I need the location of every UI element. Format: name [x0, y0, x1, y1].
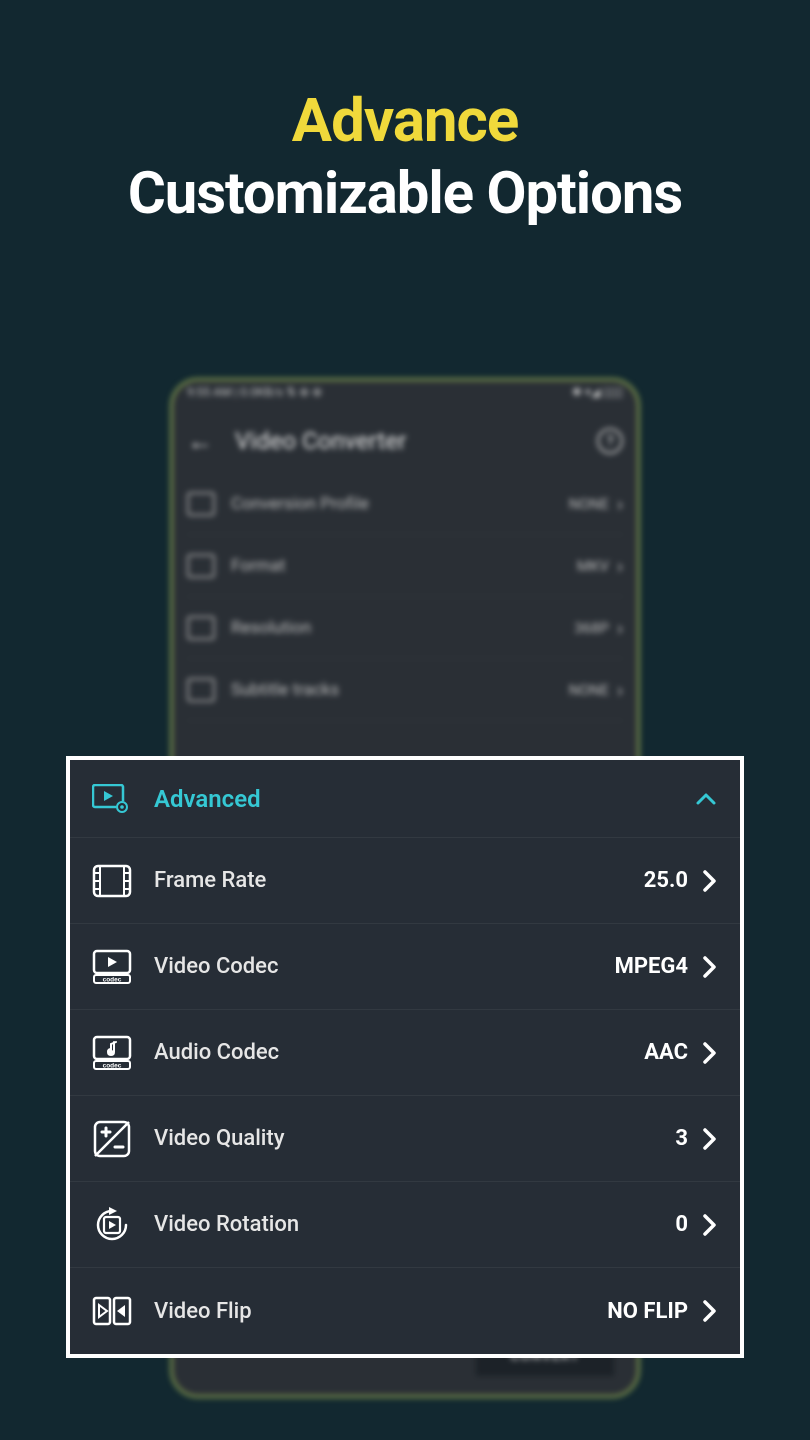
chevron-right-icon [702, 1299, 718, 1323]
row-video-flip[interactable]: Video Flip NO FLIP [70, 1268, 740, 1354]
row-value: MKV [577, 557, 609, 575]
row-value: NO FLIP [607, 1299, 688, 1324]
row-value: 3 [675, 1126, 688, 1151]
help-icon[interactable]: ? [597, 428, 623, 454]
video-flip-icon [92, 1291, 132, 1331]
row-label: Format [231, 556, 577, 576]
chevron-right-icon: › [617, 616, 623, 640]
row-label: Audio Codec [154, 1040, 644, 1065]
row-label: Video Quality [154, 1126, 675, 1151]
format-icon [187, 554, 215, 578]
row-value: MPEG4 [615, 954, 688, 979]
resolution-icon [187, 616, 215, 640]
film-icon [92, 861, 132, 901]
advanced-panel: Advanced Frame Rate 25.0 [66, 756, 744, 1358]
row-value: 0 [675, 1212, 688, 1237]
subtitle-icon [187, 678, 215, 702]
profile-icon [187, 492, 215, 516]
screen-title: Video Converter [235, 427, 597, 455]
chevron-right-icon [702, 955, 718, 979]
row-video-rotation[interactable]: Video Rotation 0 [70, 1182, 740, 1268]
row-value: AAC [644, 1040, 688, 1065]
row-label: Frame Rate [154, 868, 644, 893]
advanced-icon [92, 784, 130, 814]
row-value: NONE [569, 495, 609, 513]
row-label: Subtitle tracks [231, 680, 569, 700]
advanced-title: Advanced [154, 785, 694, 813]
advanced-header[interactable]: Advanced [70, 760, 740, 838]
chevron-right-icon [702, 869, 718, 893]
row-value: NONE [569, 681, 609, 699]
row-label: Video Rotation [154, 1212, 675, 1237]
chevron-right-icon: › [617, 678, 623, 702]
basic-settings-list: Conversion Profile NONE › Format MKV › R… [173, 473, 637, 721]
row-value: 368P [574, 619, 609, 637]
status-right: ✱ ▾◢ ▯▯▯ [572, 385, 623, 409]
row-audio-codec[interactable]: codec Audio Codec AAC [70, 1010, 740, 1096]
chevron-right-icon [702, 1041, 718, 1065]
row-format[interactable]: Format MKV › [187, 535, 623, 597]
svg-text:codec: codec [103, 976, 122, 983]
row-frame-rate[interactable]: Frame Rate 25.0 [70, 838, 740, 924]
row-video-codec[interactable]: codec Video Codec MPEG4 [70, 924, 740, 1010]
promo-title-line2: Customizable Options [0, 160, 810, 228]
row-label: Video Codec [154, 954, 615, 979]
row-video-quality[interactable]: Video Quality 3 [70, 1096, 740, 1182]
chevron-right-icon: › [617, 492, 623, 516]
back-icon[interactable]: ← [187, 426, 213, 457]
row-label: Conversion Profile [231, 494, 569, 514]
video-rotation-icon [92, 1205, 132, 1245]
row-subtitle-tracks[interactable]: Subtitle tracks NONE › [187, 659, 623, 721]
svg-text:codec: codec [103, 1062, 122, 1069]
chevron-right-icon [702, 1127, 718, 1151]
promo-header: Advance Customizable Options [0, 0, 810, 228]
status-left: 9:55 AM | 0.0KB/s ⇅ ⊕ ⊕ [187, 385, 322, 409]
video-codec-icon: codec [92, 947, 132, 987]
row-resolution[interactable]: Resolution 368P › [187, 597, 623, 659]
row-label: Video Flip [154, 1299, 607, 1324]
chevron-up-icon [694, 787, 718, 811]
promo-title-line1: Advance [0, 85, 810, 156]
chevron-right-icon: › [617, 554, 623, 578]
row-conversion-profile[interactable]: Conversion Profile NONE › [187, 473, 623, 535]
app-toolbar: ← Video Converter ? [173, 409, 637, 473]
video-quality-icon [92, 1119, 132, 1159]
audio-codec-icon: codec [92, 1033, 132, 1073]
chevron-right-icon [702, 1213, 718, 1237]
status-bar: 9:55 AM | 0.0KB/s ⇅ ⊕ ⊕ ✱ ▾◢ ▯▯▯ [173, 381, 637, 409]
row-label: Resolution [231, 618, 574, 638]
row-value: 25.0 [644, 868, 688, 893]
